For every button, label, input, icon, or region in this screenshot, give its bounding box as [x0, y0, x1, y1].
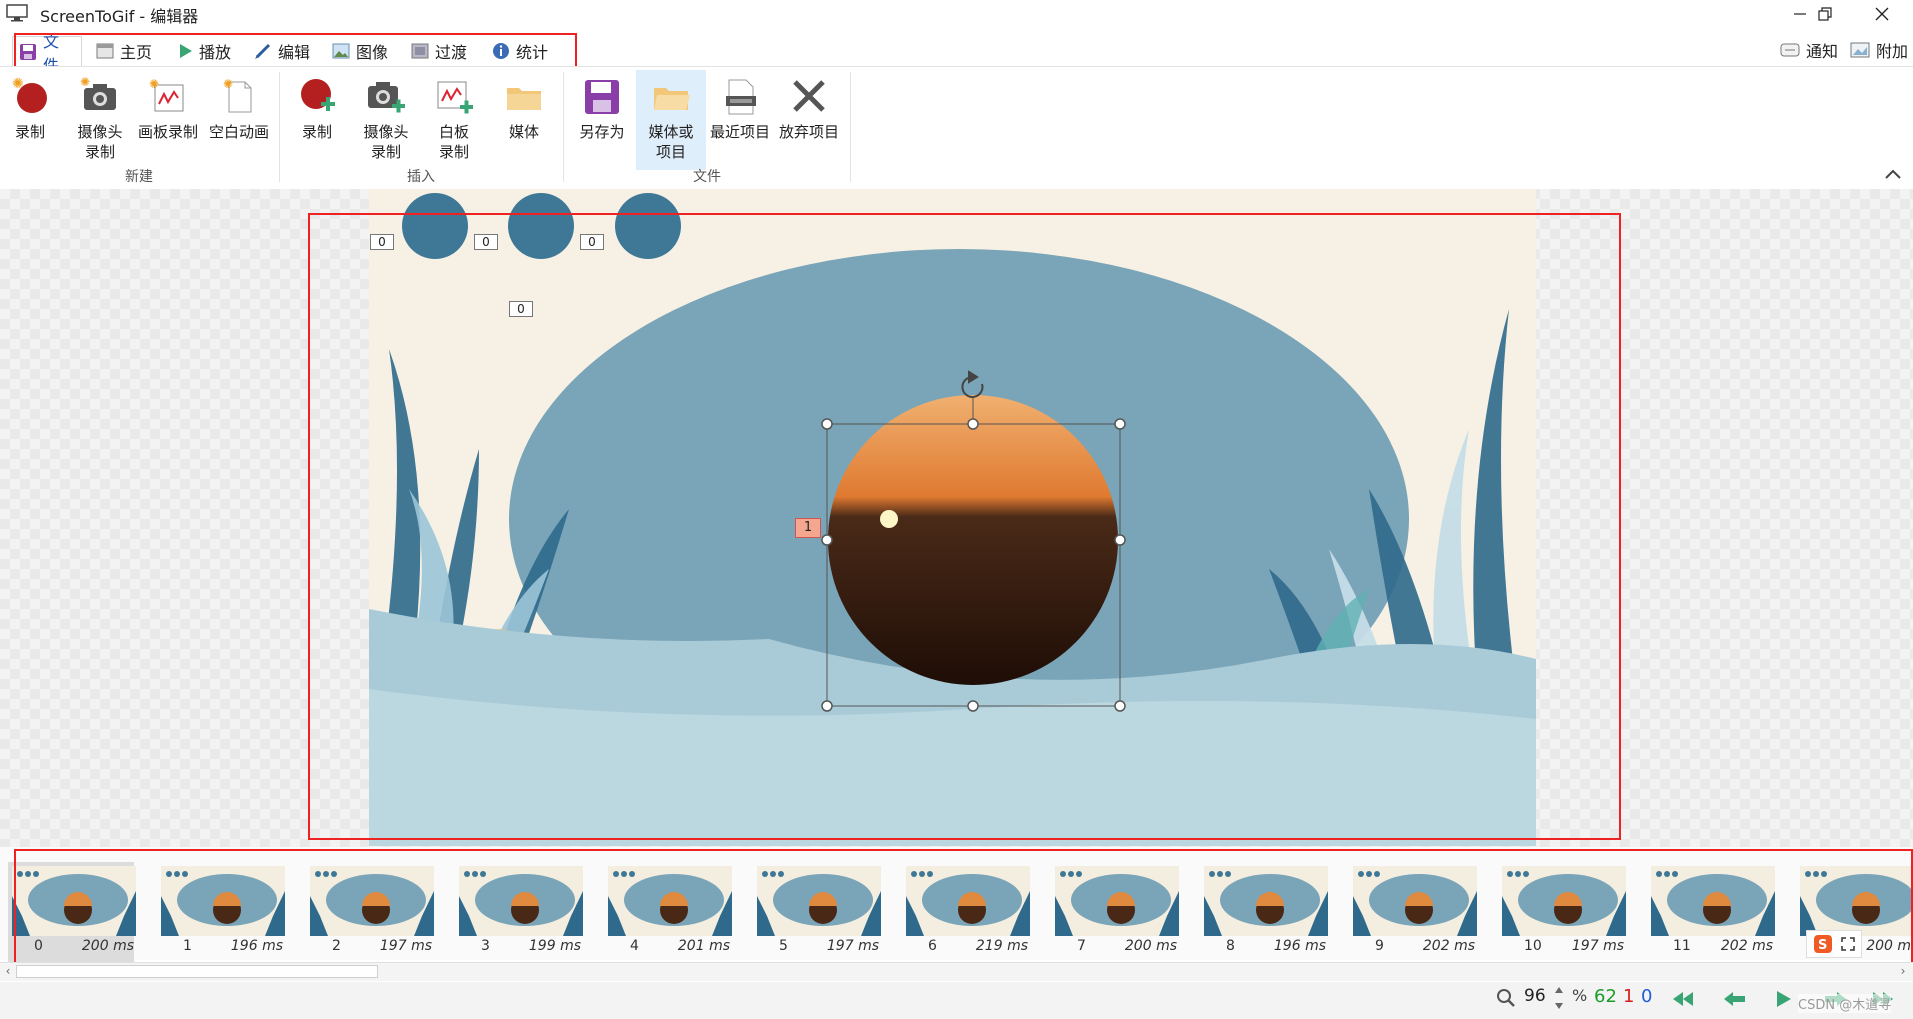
current-frame-index: 0	[1641, 986, 1653, 1007]
discard-x-icon	[793, 80, 825, 112]
save-as-icon	[585, 80, 619, 114]
camera-icon: ✺	[80, 76, 116, 110]
title-bar	[0, 0, 1913, 28]
extras-label: 附加	[1876, 42, 1909, 61]
zoom-stepper[interactable]	[1554, 987, 1564, 1009]
scrollbar-thumb[interactable]	[16, 965, 378, 978]
watermark: CSDN @木道寻	[1798, 994, 1892, 1013]
zoom-magnifier-icon	[1497, 989, 1515, 1007]
ribbon-label: 另存为	[579, 123, 625, 141]
blank-page-icon: ✺	[223, 77, 252, 113]
ribbon-label: 摄像头 录制	[363, 123, 409, 161]
notification-icon	[1780, 43, 1800, 57]
board-icon: ✺	[149, 77, 184, 112]
notifications-label: 通知	[1806, 42, 1839, 61]
double-arrow-left-icon	[1673, 992, 1693, 1006]
group-label-insert: 插入	[407, 169, 435, 185]
first-frame-button[interactable]	[1670, 986, 1700, 1012]
new-blank-animation-button[interactable]: ✺ 空白动画	[204, 70, 274, 170]
ribbon-label: 摄像头 录制	[77, 123, 123, 161]
restore-button[interactable]	[1800, 0, 1850, 28]
canvas-highlight-box	[308, 213, 1621, 840]
whiteboard-add-icon	[437, 81, 473, 114]
notifications-button[interactable]: 通知	[1780, 36, 1838, 64]
group-label-new: 新建	[125, 169, 153, 185]
folder-icon	[507, 88, 541, 110]
timeline-highlight-box	[14, 849, 1913, 964]
insert-media-button[interactable]: 媒体	[496, 70, 552, 170]
window-title: ScreenToGif - 编辑器	[40, 7, 199, 26]
recent-projects-button[interactable]: 最近项目	[706, 70, 774, 170]
folder-open-icon	[654, 88, 690, 110]
media-or-project-button[interactable]: 媒体或 项目	[636, 70, 706, 170]
ribbon-label: 录制	[301, 123, 332, 141]
insert-recording-button[interactable]: 录制	[292, 70, 342, 170]
insert-whiteboard-recording-button[interactable]: 白板 录制	[426, 70, 482, 170]
collapse-ribbon-button[interactable]	[1880, 164, 1906, 184]
chevron-up-icon	[1885, 169, 1901, 179]
svg-text:✺: ✺	[80, 76, 90, 89]
new-board-recording-button[interactable]: ✺ 画板录制	[134, 70, 202, 170]
zoom-value[interactable]: 96	[1524, 986, 1546, 1006]
record-add-icon	[301, 79, 335, 111]
play-icon	[1777, 991, 1791, 1007]
save-as-button[interactable]: 另存为	[574, 70, 630, 170]
scroll-right-button[interactable]: ›	[1895, 962, 1911, 980]
new-recording-button[interactable]: ✺ 录制	[6, 70, 54, 170]
ribbon-label: 画板录制	[137, 123, 198, 141]
recent-file-icon	[726, 79, 756, 115]
stepper-up-icon	[1555, 987, 1563, 993]
selected-count: 1	[1623, 986, 1635, 1007]
ribbon-label: 空白动画	[208, 123, 269, 141]
extras-icon	[1850, 42, 1870, 58]
ribbon-separator	[850, 72, 851, 182]
ribbon-label: 录制	[14, 123, 45, 141]
camera-add-icon	[368, 82, 405, 113]
discard-project-button[interactable]: 放弃项目	[774, 70, 844, 170]
ribbon-label: 媒体	[508, 123, 539, 141]
record-icon: ✺	[12, 76, 47, 113]
frame-count: 62	[1594, 986, 1617, 1007]
chevron-right-icon: ›	[1900, 964, 1906, 978]
chevron-left-icon: ‹	[5, 964, 11, 978]
svg-text:✺: ✺	[149, 77, 159, 91]
app-icon	[6, 4, 28, 22]
scroll-left-button[interactable]: ‹	[0, 962, 16, 980]
ribbon-label: 白板 录制	[438, 123, 469, 161]
zoom-percent-label: %	[1572, 986, 1588, 1005]
close-button[interactable]	[1857, 0, 1907, 28]
ribbon-label: 放弃项目	[778, 123, 839, 141]
arrow-left-icon	[1724, 992, 1745, 1006]
extras-button[interactable]: 附加	[1850, 36, 1908, 64]
close-icon	[1875, 7, 1889, 21]
group-label-file: 文件	[693, 169, 721, 185]
new-webcam-recording-button[interactable]: ✺ 摄像头 录制	[70, 70, 130, 170]
svg-text:✺: ✺	[12, 76, 24, 92]
play-button[interactable]	[1768, 986, 1798, 1012]
previous-frame-button[interactable]	[1720, 986, 1750, 1012]
stepper-down-icon	[1555, 1003, 1563, 1009]
insert-webcam-recording-button[interactable]: 摄像头 录制	[356, 70, 416, 170]
ribbon-label: 最近项目	[709, 123, 770, 141]
restore-icon	[1818, 7, 1832, 21]
svg-text:✺: ✺	[223, 77, 233, 91]
ribbon-label: 媒体或 项目	[648, 123, 694, 161]
